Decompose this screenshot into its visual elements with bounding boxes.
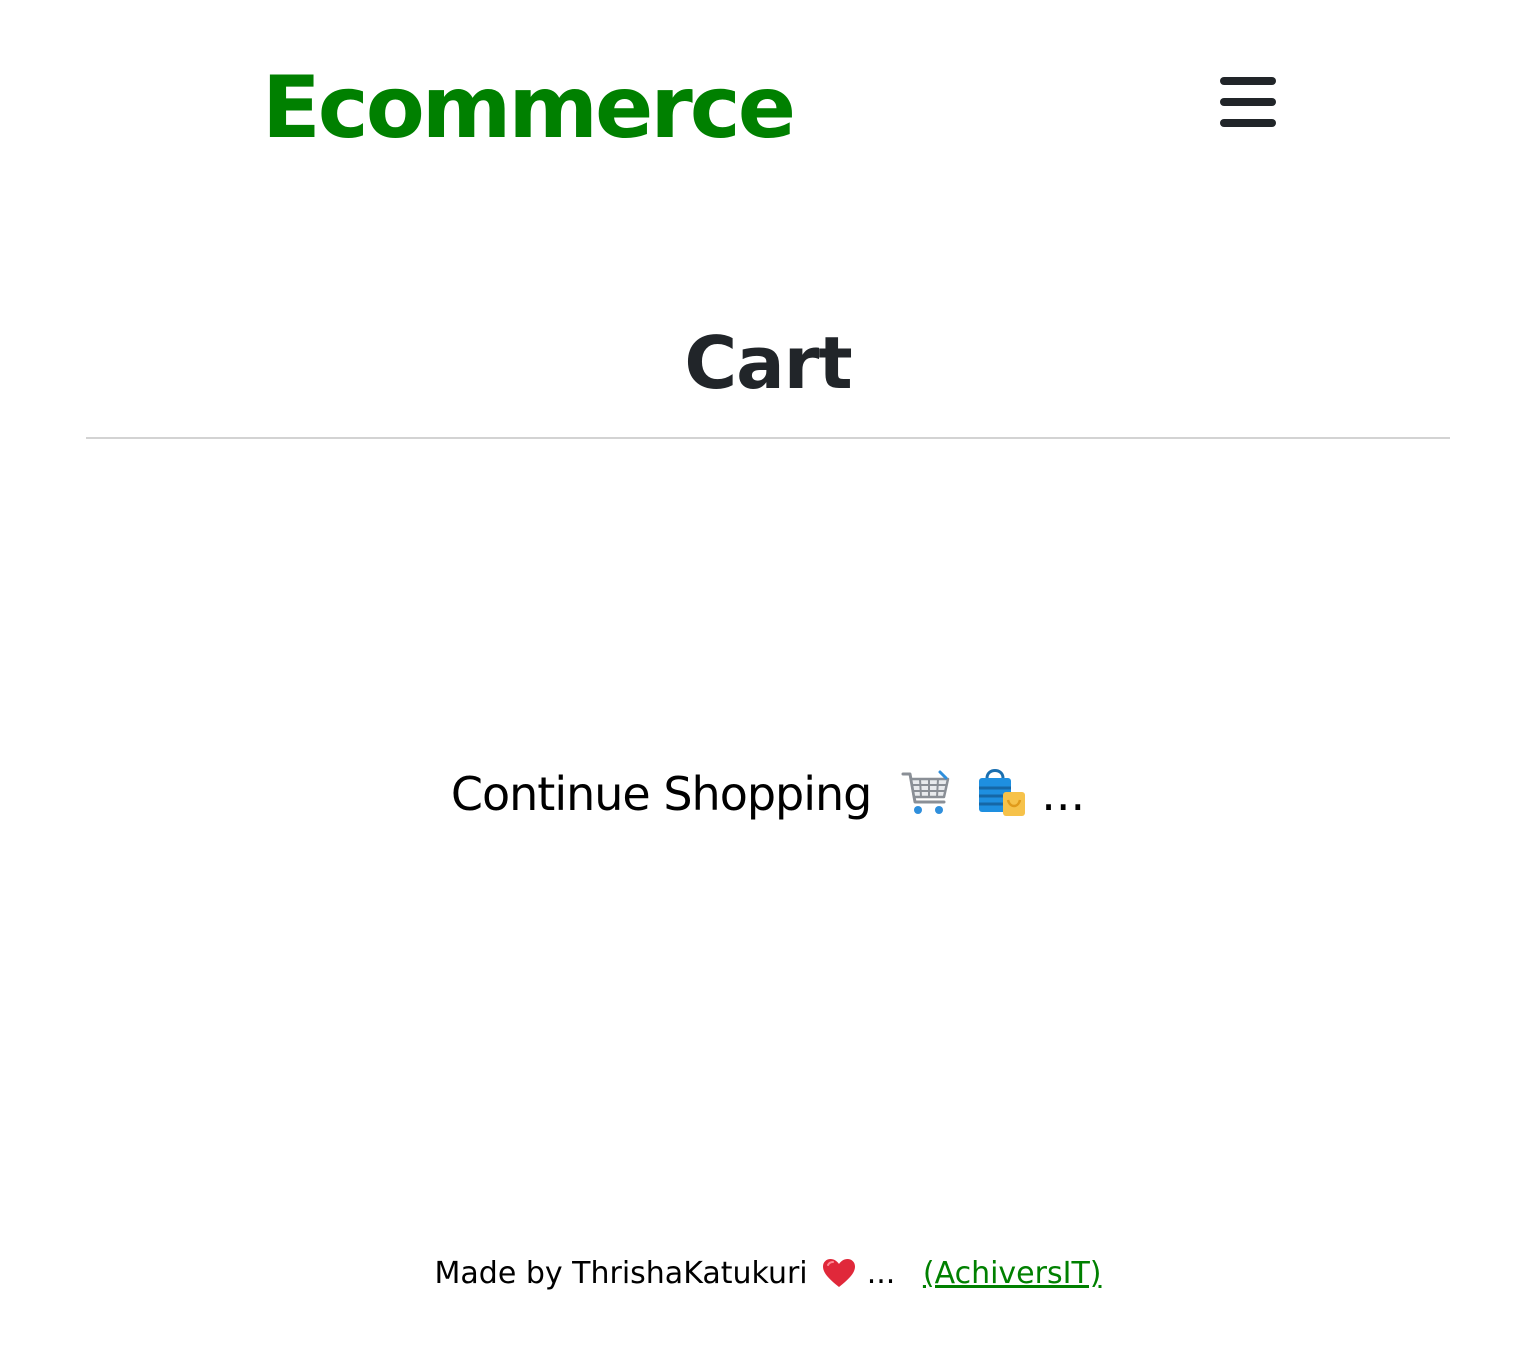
shopping-bags-icon: [978, 769, 1025, 816]
achiversit-link[interactable]: (AchiversIT): [923, 1256, 1102, 1291]
footer-ellipsis: ...: [866, 1256, 896, 1291]
hamburger-menu-icon: [1220, 77, 1276, 85]
page: Ecommerce Cart Continue Shopping ... Mad: [0, 0, 1536, 1364]
continue-shopping-label: Continue Shopping: [450, 767, 872, 821]
red-heart-icon: [823, 1259, 856, 1287]
footer-credit-text: Made by ThrishaKatukuri: [434, 1256, 808, 1291]
hamburger-menu-icon-bar: [1220, 98, 1276, 106]
shopping-cart-icon: [901, 770, 950, 814]
page-title: Cart: [684, 321, 852, 405]
footer: Made by ThrishaKatukuri ... (AchiversIT): [0, 1254, 1536, 1294]
brand-logo-link[interactable]: Ecommerce: [262, 58, 796, 158]
continue-shopping-link[interactable]: Continue Shopping ...: [0, 762, 1536, 826]
hamburger-menu-icon-bar: [1220, 119, 1276, 127]
continue-ellipsis: ...: [1041, 767, 1086, 821]
navbar: Ecommerce: [0, 0, 1536, 200]
divider: [86, 437, 1450, 439]
menu-toggle-button[interactable]: [1212, 70, 1284, 134]
